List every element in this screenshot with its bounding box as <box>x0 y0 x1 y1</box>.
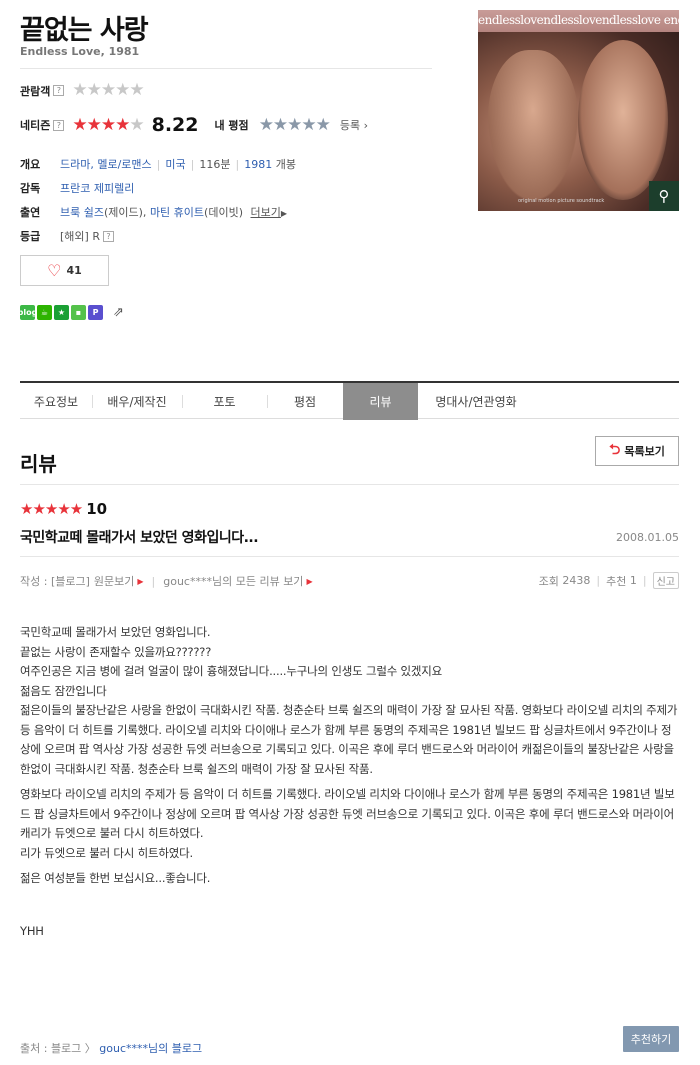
review-signature: YHH <box>20 923 44 938</box>
movie-title: 끝없는 사랑 <box>20 15 149 46</box>
movie-poster[interactable]: endlesslovendlesslovendlesslove endlessl… <box>478 10 679 211</box>
search-icon[interactable]: ⚲ <box>649 181 679 211</box>
like-button[interactable]: ♡ 41 <box>20 255 109 286</box>
cast-row: 출연 브룩 쉴즈(제이드), 마틴 휴이트(데이빗) 더보기▶ <box>20 204 287 220</box>
cast-link-1[interactable]: 브룩 쉴즈 <box>60 206 104 219</box>
release-label: 개봉 <box>275 158 296 171</box>
review-paragraph: 젊은 여성분들 한번 보십시요...좋습니다. <box>20 871 211 885</box>
views-count: 2438 <box>562 574 591 587</box>
share-icon[interactable]: ⇗ <box>113 305 124 320</box>
overview-label: 개요 <box>20 158 41 171</box>
return-icon: ⮌ <box>609 442 621 458</box>
help-icon[interactable]: ? <box>53 119 65 131</box>
poster-title-band: endlesslovendlesslovendlesslove endlessl… <box>478 10 679 32</box>
grade-value: [해외] R <box>60 230 100 243</box>
director-row: 감독 프란코 제피렐리 <box>20 180 134 196</box>
keep-share-icon[interactable]: P <box>88 305 103 320</box>
tab-photo[interactable]: 포토 <box>182 383 267 420</box>
more-cast-link[interactable]: 더보기 <box>251 206 281 219</box>
review-stats: 조회 2438 | 추천 1 | 신고 <box>539 572 679 589</box>
cast-role-2: (데이빗) <box>204 206 243 219</box>
cafe-share-icon[interactable]: ☕ <box>37 305 52 320</box>
release-year-link[interactable]: 1981 <box>244 158 272 171</box>
chevron-right-icon: ▶ <box>280 209 288 218</box>
review-paragraph: 여주인공은 지금 병에 걸려 얼굴이 많이 흉해졌답니다.....누구나의 인생… <box>20 664 443 678</box>
register-rating-link[interactable]: 등록 › <box>340 117 368 133</box>
recommend-label: 추천 <box>606 574 627 588</box>
tab-review[interactable]: 리뷰 <box>343 383 418 420</box>
poster-figure-right <box>578 40 668 200</box>
poster-figure-left <box>488 50 578 200</box>
movie-subtitle: Endless Love, 1981 <box>20 45 140 58</box>
review-paragraph: 국민학교떼 몰래가서 보았던 영화입니다. <box>20 625 211 639</box>
review-section-title: 리뷰 <box>20 452 57 476</box>
review-paragraph: 끝없는 사랑이 존재할수 있을까요?????? <box>20 644 212 659</box>
tab-rating[interactable]: 평점 <box>267 383 343 420</box>
audience-stars: ★★★★★ <box>72 80 144 100</box>
review-paragraph: 리가 듀엣으로 불러 다시 히트하였다. <box>20 845 193 860</box>
list-view-button[interactable]: ⮌ 목록보기 <box>595 436 679 466</box>
runtime: 116분 <box>199 158 231 171</box>
share-bar: blog ☕ ★ ▪ P ⇗ <box>18 305 124 320</box>
list-view-label: 목록보기 <box>624 445 665 458</box>
heart-icon: ♡ <box>47 261 62 280</box>
director-link[interactable]: 프란코 제피렐리 <box>60 180 134 196</box>
source-label: 출처 : 블로그 〉 <box>20 1042 96 1055</box>
my-rating-label: 내 평점 <box>214 119 249 132</box>
recommend-count: 1 <box>629 574 637 587</box>
cast-link-2[interactable]: 마틴 휴이트 <box>150 206 204 219</box>
review-paragraph: 젊은이들의 불장난같은 사랑을 한없이 극대화시킨 작품. 청춘순타 브룩 쉴즈… <box>20 703 678 776</box>
author-prefix: 작성 : [블로그] <box>20 575 90 588</box>
help-icon[interactable]: ? <box>53 85 65 96</box>
review-meta: 작성 : [블로그] 원문보기 ▶ | gouc****님의 모든 리뷰 보기 ▶ <box>20 573 313 589</box>
movie-tabs: 주요정보 배우/제작진 포토 평점 리뷰 명대사/연관영화 <box>20 381 679 420</box>
overview-row: 개요 드라마, 멜로/로맨스 | 미국 | 116분 | 1981 개봉 <box>20 158 296 171</box>
review-source: 출처 : 블로그 〉 gouc****님의 블로그 <box>20 1040 202 1056</box>
chevron-right-icon: ▶ <box>137 576 144 586</box>
divider <box>20 484 679 485</box>
review-body: 국민학교떼 몰래가서 보았던 영화입니다. 끝없는 사랑이 존재할수 있을까요?… <box>20 623 680 941</box>
genre-link[interactable]: 드라마, 멜로/로맨스 <box>60 158 152 171</box>
director-label: 감독 <box>20 182 41 195</box>
tab-quotes-related[interactable]: 명대사/연관영화 <box>418 383 534 420</box>
tab-cast-crew[interactable]: 배우/제작진 <box>92 383 182 420</box>
tab-main-info[interactable]: 주요정보 <box>20 383 92 420</box>
divider <box>20 556 679 557</box>
grade-label: 등급 <box>20 230 41 243</box>
netizen-score: 8.22 <box>151 114 199 136</box>
chevron-right-icon: ▶ <box>306 576 313 586</box>
report-button[interactable]: 신고 <box>652 572 679 589</box>
my-rating-stars[interactable]: ★★★★★ <box>259 116 331 134</box>
cast-role-1: (제이드), <box>103 206 147 219</box>
review-title: 국민학교떼 몰래가서 보았던 영화입니다... <box>20 530 259 546</box>
blog-share-icon[interactable]: blog <box>18 305 37 320</box>
like-count: 41 <box>66 264 82 277</box>
audience-rating-row: 관람객 ? ★★★★★ <box>20 80 145 100</box>
review-date: 2008.01.05 <box>616 531 679 544</box>
original-post-link[interactable]: 원문보기 <box>94 573 134 589</box>
bookmark-share-icon[interactable]: ★ <box>54 305 69 320</box>
band-share-icon[interactable]: ▪ <box>71 305 86 320</box>
country-link[interactable]: 미국 <box>165 158 185 171</box>
review-rating: ★★★★★ 10 <box>20 500 107 518</box>
audience-label: 관람객 <box>20 84 51 98</box>
netizen-label: 네티즌 <box>20 119 51 132</box>
divider <box>20 68 432 69</box>
recommend-button[interactable]: 추천하기 <box>623 1026 679 1052</box>
review-paragraph: 영화보다 라이오넬 리치의 주제가 등 음악이 더 히트를 기록했다. 라이오넬… <box>20 787 675 840</box>
source-blog-link[interactable]: gouc****님의 블로그 <box>99 1042 202 1055</box>
review-stars: ★★★★★ <box>20 499 83 518</box>
help-icon[interactable]: ? <box>102 230 114 242</box>
all-reviews-link[interactable]: gouc****님의 모든 리뷰 보기 <box>163 573 303 589</box>
grade-row: 등급 [해외] R ? <box>20 228 114 244</box>
netizen-rating-row: 네티즌 ? ★★★★★ 8.22 내 평점 ★★★★★ 등록 › <box>20 114 368 136</box>
views-label: 조회 <box>538 574 559 588</box>
poster-caption: original motion picture soundtrack <box>518 198 605 204</box>
cast-label: 출연 <box>20 206 41 219</box>
review-paragraph: 젊음도 잠깐입니다 <box>20 683 107 698</box>
review-score: 10 <box>86 500 108 518</box>
netizen-stars: ★★★★★ <box>72 114 144 135</box>
